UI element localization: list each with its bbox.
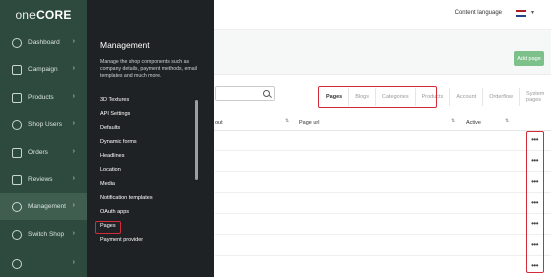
chevron-right-icon: › [72,38,75,45]
language-flag-icon[interactable] [516,10,526,17]
menu-item-api-settings[interactable]: API Settings [100,111,130,117]
sidebar-item-management[interactable]: Management › [0,193,87,220]
table-row[interactable] [215,234,551,235]
chevron-down-icon[interactable]: ▾ [531,9,534,16]
gauge-icon [12,37,22,48]
sidebar-item-label: Switch Shop [28,231,65,238]
chevron-right-icon: › [72,93,75,100]
search-input[interactable] [215,86,275,101]
list-icon [12,147,22,158]
content-language-label[interactable]: Content language [455,10,502,16]
sidebar-item-user[interactable]: › [0,250,87,277]
sidebar-item-label: Shop Users [28,121,62,128]
actions-annotation-box [526,131,544,273]
sidebar-item-label: Dashboard [28,39,60,46]
column-header-active[interactable]: Active [466,120,481,126]
chevron-right-icon: › [72,202,75,209]
column-header-page-url[interactable]: Page url [299,120,320,126]
users-icon [12,119,22,130]
sidebar-item-shop-users[interactable]: Shop Users › [0,111,87,138]
chevron-right-icon: › [72,148,75,155]
brand-name: CORE [36,8,72,22]
sort-icon[interactable]: ⇅ [451,119,455,124]
brand-prefix: one [15,8,37,22]
sidebar-item-label: Orders [28,149,48,156]
panel-title: Management [100,40,150,50]
column-header-layout[interactable]: out [215,120,223,126]
table-row[interactable] [215,192,551,193]
brand-logo: one CORE [0,0,87,30]
sidebar-item-campaign[interactable]: Campaign › [0,56,87,83]
gear-icon [12,201,22,212]
menu-item-defaults[interactable]: Defaults [100,125,120,131]
cart-icon [12,92,22,103]
menu-item-oauth-apps[interactable]: OAuth apps [100,209,129,215]
tab-orderflow[interactable]: Orderflow [483,88,521,106]
add-page-button[interactable]: Add page [514,51,544,66]
menu-item-media[interactable]: Media [100,181,115,187]
sidebar: one CORE Dashboard › Campaign › Products … [0,0,87,277]
sidebar-item-label: Management [28,203,66,210]
sidebar-item-switch-shop[interactable]: Switch Shop › [0,221,87,248]
comment-icon [12,174,22,185]
chevron-right-icon: › [72,65,75,72]
menu-item-dynamic-forms[interactable]: Dynamic forms [100,139,137,145]
menu-item-3d-textures[interactable]: 3D Textures [100,97,129,103]
chevron-right-icon: › [72,230,75,237]
tabs-annotation-box [318,86,437,108]
app-window: one CORE Dashboard › Campaign › Products … [0,0,551,277]
table-row[interactable] [215,150,551,151]
chevron-right-icon: › [72,120,75,127]
table-row[interactable] [215,255,551,256]
search-icon[interactable] [263,90,270,97]
sidebar-item-label: Products [28,94,54,101]
panel-description: Manage the shop components such as compa… [100,59,197,79]
switch-icon [12,229,22,240]
panel-scrollbar[interactable] [195,100,198,180]
table-row[interactable] [215,213,551,214]
menu-item-notification-templates[interactable]: Notification templates [100,195,153,201]
chevron-right-icon: › [72,175,75,182]
sidebar-item-orders[interactable]: Orders › [0,139,87,166]
sidebar-item-label: Reviews [28,176,53,183]
table-row[interactable] [215,171,551,172]
user-icon [12,258,22,269]
sort-icon[interactable]: ⇅ [285,119,289,124]
sort-icon[interactable]: ⇅ [505,119,509,124]
calendar-icon [12,64,22,75]
sidebar-item-label: Campaign [28,66,58,73]
menu-item-location[interactable]: Location [100,167,121,173]
menu-item-payment-provider[interactable]: Payment provider [100,237,143,243]
tab-account[interactable]: Account [450,88,484,106]
sidebar-item-reviews[interactable]: Reviews › [0,166,87,193]
tab-system-pages[interactable]: System pages [520,88,551,106]
menu-item-headlines[interactable]: Headlines [100,153,124,159]
pages-annotation-box [95,221,121,234]
sidebar-item-products[interactable]: Products › [0,84,87,111]
sidebar-item-dashboard[interactable]: Dashboard › [0,29,87,56]
chevron-right-icon: › [72,259,75,266]
